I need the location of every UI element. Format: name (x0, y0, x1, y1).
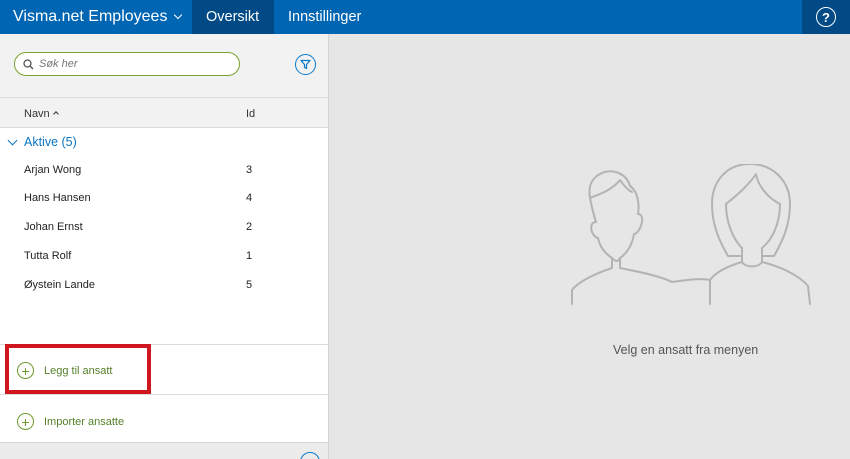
employee-id: 2 (246, 221, 253, 233)
tab-innstillinger[interactable]: Innstillinger (274, 0, 375, 34)
plus-circle-icon: + (17, 413, 34, 430)
table-row[interactable]: Arjan Wong 3 (0, 156, 328, 185)
people-illustration-icon (571, 164, 811, 305)
divider (0, 394, 328, 395)
search-box[interactable] (14, 52, 240, 76)
app-switcher[interactable]: Visma.net Employees (0, 0, 192, 34)
column-header-id[interactable]: Id (246, 108, 255, 120)
employee-name: Tutta Rolf (24, 250, 72, 262)
employee-name: Øystein Lande (24, 279, 95, 291)
employee-id: 1 (246, 250, 253, 262)
employee-name: Johan Ernst (24, 221, 83, 233)
chevron-down-icon (7, 135, 18, 145)
employee-id: 3 (246, 164, 253, 176)
table-row[interactable]: Øystein Lande 5 (0, 271, 328, 300)
top-bar: Visma.net Employees Oversikt Innstilling… (0, 0, 850, 34)
table-row[interactable]: Hans Hansen 4 (0, 184, 328, 213)
search-area (0, 34, 328, 98)
column-header-navn[interactable]: Navn (24, 108, 59, 120)
column-header: Navn Id (0, 98, 328, 128)
employee-id: 4 (246, 192, 253, 204)
empty-state-message: Velg en ansatt fra menyen (613, 343, 759, 357)
search-icon (23, 58, 34, 69)
detail-panel: Velg en ansatt fra menyen (330, 34, 850, 459)
help-icon: ? (816, 7, 836, 27)
app-title: Visma.net Employees (13, 8, 168, 25)
tab-oversikt[interactable]: Oversikt (192, 0, 274, 34)
employee-name: Arjan Wong (24, 164, 82, 176)
import-employees-label: Importer ansatte (44, 415, 125, 428)
filter-icon (300, 59, 311, 70)
sort-ascending-icon (52, 111, 59, 117)
employee-id: 5 (246, 279, 253, 291)
employee-list-panel: Navn Id Aktive (5) Arjan Wong 3 Hans Han… (0, 34, 329, 459)
table-row[interactable]: Johan Ernst 2 (0, 213, 328, 242)
column-label-navn: Navn (24, 108, 50, 120)
help-button[interactable]: ? (802, 0, 850, 34)
highlight-box (5, 344, 151, 394)
import-employees-button[interactable]: + Importer ansatte (17, 413, 124, 430)
chevron-down-icon (174, 10, 183, 20)
table-row[interactable]: Tutta Rolf 1 (0, 242, 328, 271)
filter-button[interactable] (295, 54, 316, 75)
employee-name: Hans Hansen (24, 192, 91, 204)
bottom-bar (0, 442, 328, 459)
group-header-aktive[interactable]: Aktive (5) (7, 135, 77, 149)
group-label: Aktive (5) (24, 135, 77, 149)
search-input[interactable] (39, 58, 219, 70)
